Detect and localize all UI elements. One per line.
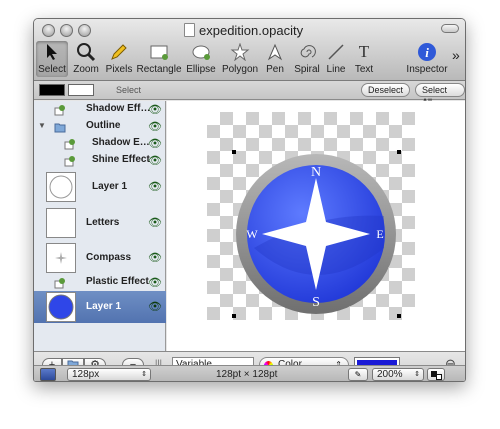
layer-row-selected[interactable]: Layer 1 👁: [34, 291, 166, 323]
toolbar-toggle-button[interactable]: [441, 24, 459, 33]
visibility-eye-icon[interactable]: 👁: [148, 154, 162, 167]
arrow-cursor-icon: [41, 41, 63, 63]
effect-icon: [64, 156, 75, 167]
close-button[interactable]: [42, 24, 55, 37]
tool-pen[interactable]: Pen: [262, 41, 288, 77]
tool-polygon[interactable]: Polygon: [222, 41, 258, 77]
tool-text[interactable]: T Text: [352, 41, 376, 77]
tool-select[interactable]: Select: [36, 41, 68, 77]
visibility-eye-icon[interactable]: 👁: [148, 180, 162, 193]
tool-rectangle[interactable]: Rectangle: [136, 41, 182, 77]
tool-mode-label: Select: [116, 85, 142, 95]
canvas-area[interactable]: N E S W: [167, 101, 465, 351]
tool-inspector[interactable]: i Inspector: [406, 41, 448, 77]
visibility-eye-icon[interactable]: 👁: [148, 137, 162, 150]
compass-letter-e: E: [376, 227, 383, 241]
rectangle-icon: [148, 41, 170, 63]
tool-options-bar: Select Deselect Select All: [34, 81, 465, 107]
magnifier-icon: [75, 41, 97, 63]
spiral-icon: [296, 41, 318, 63]
title-toolbar-region: expedition.opacity Select Zoom Pixels Re…: [34, 19, 465, 81]
layer-thumbnail: [46, 243, 76, 273]
tool-pixels[interactable]: Pixels: [104, 41, 134, 77]
ellipse-icon: [190, 41, 212, 63]
fullscreen-button[interactable]: [427, 368, 445, 381]
effect-icon: [54, 105, 65, 116]
tool-zoom[interactable]: Zoom: [72, 41, 100, 77]
text-icon: T: [358, 42, 370, 61]
canvas-size-select[interactable]: 128px ⇕: [67, 368, 151, 381]
layer-thumbnail: [46, 292, 76, 322]
visibility-eye-icon[interactable]: 👁: [148, 276, 162, 289]
layers-panel: Shadow Eff… 👁 ▼ Outline 👁 Shadow E… 👁 Sh…: [34, 101, 166, 351]
layer-row[interactable]: Shine Effect 👁: [34, 154, 166, 169]
effect-icon: [64, 139, 75, 150]
select-all-button[interactable]: Select All: [415, 83, 465, 107]
visibility-eye-icon[interactable]: 👁: [148, 103, 162, 116]
document-icon: [184, 23, 195, 37]
deselect-button[interactable]: Deselect: [361, 83, 411, 97]
zoom-button[interactable]: [78, 24, 91, 37]
layer-row[interactable]: Layer 1 👁: [34, 171, 166, 203]
fill-color-swatch[interactable]: [39, 84, 65, 96]
polygon-star-icon: [229, 41, 251, 63]
chevron-updown-icon: ⇕: [414, 371, 420, 378]
stroke-color-swatch[interactable]: [68, 84, 94, 96]
app-window: expedition.opacity Select Zoom Pixels Re…: [33, 18, 466, 382]
disclosure-triangle-icon[interactable]: ▼: [38, 121, 46, 130]
compass-artwork[interactable]: N E S W: [234, 152, 398, 316]
status-bar: 128px ⇕ 128pt × 128pt ✎ 200% ⇕: [34, 365, 465, 381]
compass-letter-n: N: [311, 165, 321, 180]
effect-icon: [54, 278, 65, 289]
layer-row[interactable]: Plastic Effect 👁: [34, 276, 166, 291]
canvas-dimensions: 128pt × 128pt: [216, 369, 278, 380]
folder-icon: [54, 123, 66, 133]
layer-thumbnail: [46, 208, 76, 238]
layer-row[interactable]: Shadow Eff… 👁: [34, 103, 166, 118]
pen-icon: [264, 41, 286, 63]
tools-settings-button[interactable]: ✎: [348, 368, 368, 381]
tool-line[interactable]: Line: [324, 41, 348, 77]
sidebar-toggle-icon[interactable]: [40, 368, 56, 381]
visibility-eye-icon[interactable]: 👁: [148, 251, 162, 264]
visibility-eye-icon[interactable]: 👁: [148, 300, 162, 313]
zoom-select[interactable]: 200% ⇕: [372, 368, 424, 381]
pencil-icon: [108, 41, 130, 63]
minimize-button[interactable]: [60, 24, 73, 37]
toolbar-overflow-button[interactable]: »: [452, 47, 460, 63]
info-icon: i: [416, 41, 438, 63]
svg-text:i: i: [425, 45, 429, 60]
layer-row[interactable]: Shadow E… 👁: [34, 137, 166, 152]
compass-letter-w: W: [246, 227, 258, 241]
tool-spiral[interactable]: Spiral: [292, 41, 322, 77]
compass-letter-s: S: [312, 295, 320, 310]
layer-row[interactable]: Compass 👁: [34, 242, 166, 274]
line-icon: [325, 41, 347, 63]
layer-row[interactable]: ▼ Outline 👁: [34, 120, 166, 135]
visibility-eye-icon[interactable]: 👁: [148, 120, 162, 133]
visibility-eye-icon[interactable]: 👁: [148, 216, 162, 229]
layer-row[interactable]: Letters 👁: [34, 207, 166, 239]
tool-ellipse[interactable]: Ellipse: [184, 41, 218, 77]
chevron-updown-icon: ⇕: [141, 371, 147, 378]
layer-thumbnail: [46, 172, 76, 202]
window-title: expedition.opacity: [184, 22, 303, 38]
